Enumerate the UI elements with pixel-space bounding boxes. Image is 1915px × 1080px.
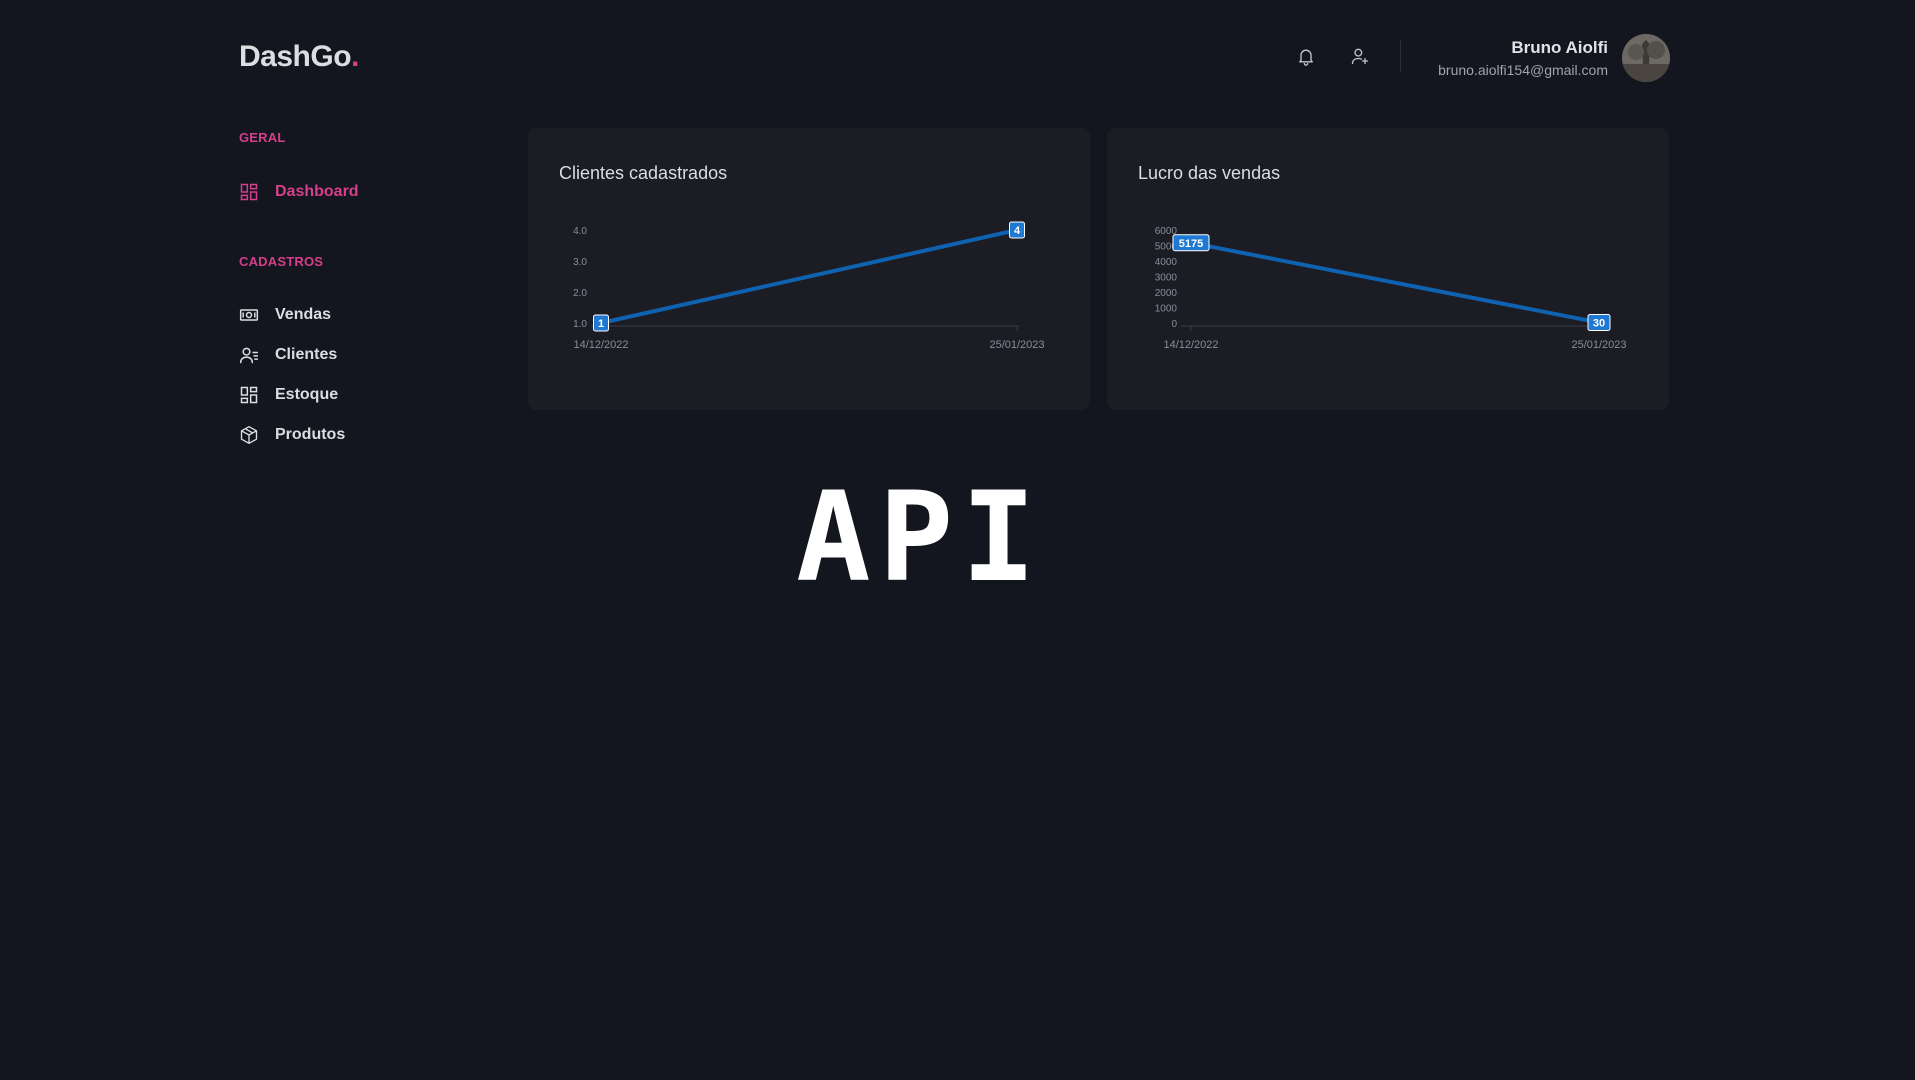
sidebar-item-estoque[interactable]: Estoque: [239, 383, 338, 407]
series-line: [1189, 240, 1601, 325]
api-overlay-text: API: [796, 466, 1044, 610]
chart-lucro: 010002000300040005000600014/12/2022 25/01…: [1155, 226, 1627, 351]
box-icon: [239, 425, 259, 445]
chart-clientes: 1.0 2.0 3.0 4.0 14/12/2022 25/01/2023 1 4: [573, 221, 1045, 351]
chart-card-clientes: Clientes cadastrados 1.0 2.0 3.0 4.0 14/12/2…: [528, 128, 1090, 410]
data-label-text: 30: [1593, 318, 1605, 330]
sidebar-item-label: Dashboard: [275, 183, 359, 200]
x-tick-label: 25/01/2023: [1571, 339, 1626, 351]
series-line: [599, 228, 1019, 325]
sidebar-item-dashboard[interactable]: Dashboard: [239, 180, 359, 204]
sidebar-item-label: Clientes: [275, 346, 338, 363]
sidebar-item-label: Produtos: [275, 426, 346, 443]
data-label: 5175: [1172, 234, 1210, 252]
y-tick-label: 4.0: [573, 226, 587, 237]
sidebar-item-label: Estoque: [275, 386, 339, 403]
data-label-text: 5175: [1179, 238, 1203, 250]
data-label-text: 4: [1014, 225, 1021, 237]
sidebar-item-vendas[interactable]: Vendas: [239, 303, 331, 327]
data-label: 1: [593, 314, 609, 332]
y-tick-label: 2000: [1155, 288, 1178, 299]
dashboard-icon: [239, 385, 259, 405]
data-label: 4: [1009, 221, 1025, 239]
y-tick-label: 0: [1171, 319, 1177, 330]
y-tick-label: 1000: [1155, 304, 1178, 315]
header-divider: [1400, 40, 1401, 72]
users-list-icon: [239, 345, 259, 365]
y-tick-label: 3.0: [573, 257, 587, 268]
x-tick-label: 14/12/2022: [1163, 339, 1218, 351]
data-label-text: 1: [598, 318, 604, 330]
user-plus-icon[interactable]: [1348, 44, 1372, 68]
header: DashGo. Bruno Aiolfi bruno.aiolfi154@gma…: [0, 0, 1915, 120]
section-title-cadastros: CADASTROS: [239, 254, 324, 269]
data-label: 30: [1587, 314, 1611, 332]
logo-dot: .: [351, 40, 359, 73]
y-tick-label: 1.0: [573, 319, 587, 330]
x-tick-label: 14/12/2022: [573, 339, 628, 351]
money-icon: [239, 305, 259, 325]
bell-icon[interactable]: [1294, 44, 1318, 68]
chart-card-lucro: Lucro das vendas 0 1000 2000 3000 4000 5000 60…: [1107, 128, 1669, 410]
profile-email: bruno.aiolfi154@gmail.com: [1438, 62, 1608, 78]
section-title-geral: GERAL: [239, 130, 286, 145]
profile-name: Bruno Aiolfi: [1511, 38, 1608, 57]
y-tick-label: 4000: [1155, 257, 1178, 268]
sidebar-item-label: Vendas: [275, 306, 332, 323]
x-tick-label: 25/01/2023: [989, 339, 1044, 351]
logo-text: DashGo: [239, 40, 352, 73]
avatar[interactable]: [1622, 34, 1670, 82]
logo[interactable]: DashGo.: [239, 40, 359, 74]
y-tick-label: 3000: [1155, 273, 1178, 284]
y-tick-label: 2.0: [573, 288, 587, 299]
sidebar-item-clientes[interactable]: Clientes: [239, 343, 337, 367]
sidebar-item-produtos[interactable]: Produtos: [239, 423, 345, 447]
dashboard-icon: [239, 182, 259, 202]
